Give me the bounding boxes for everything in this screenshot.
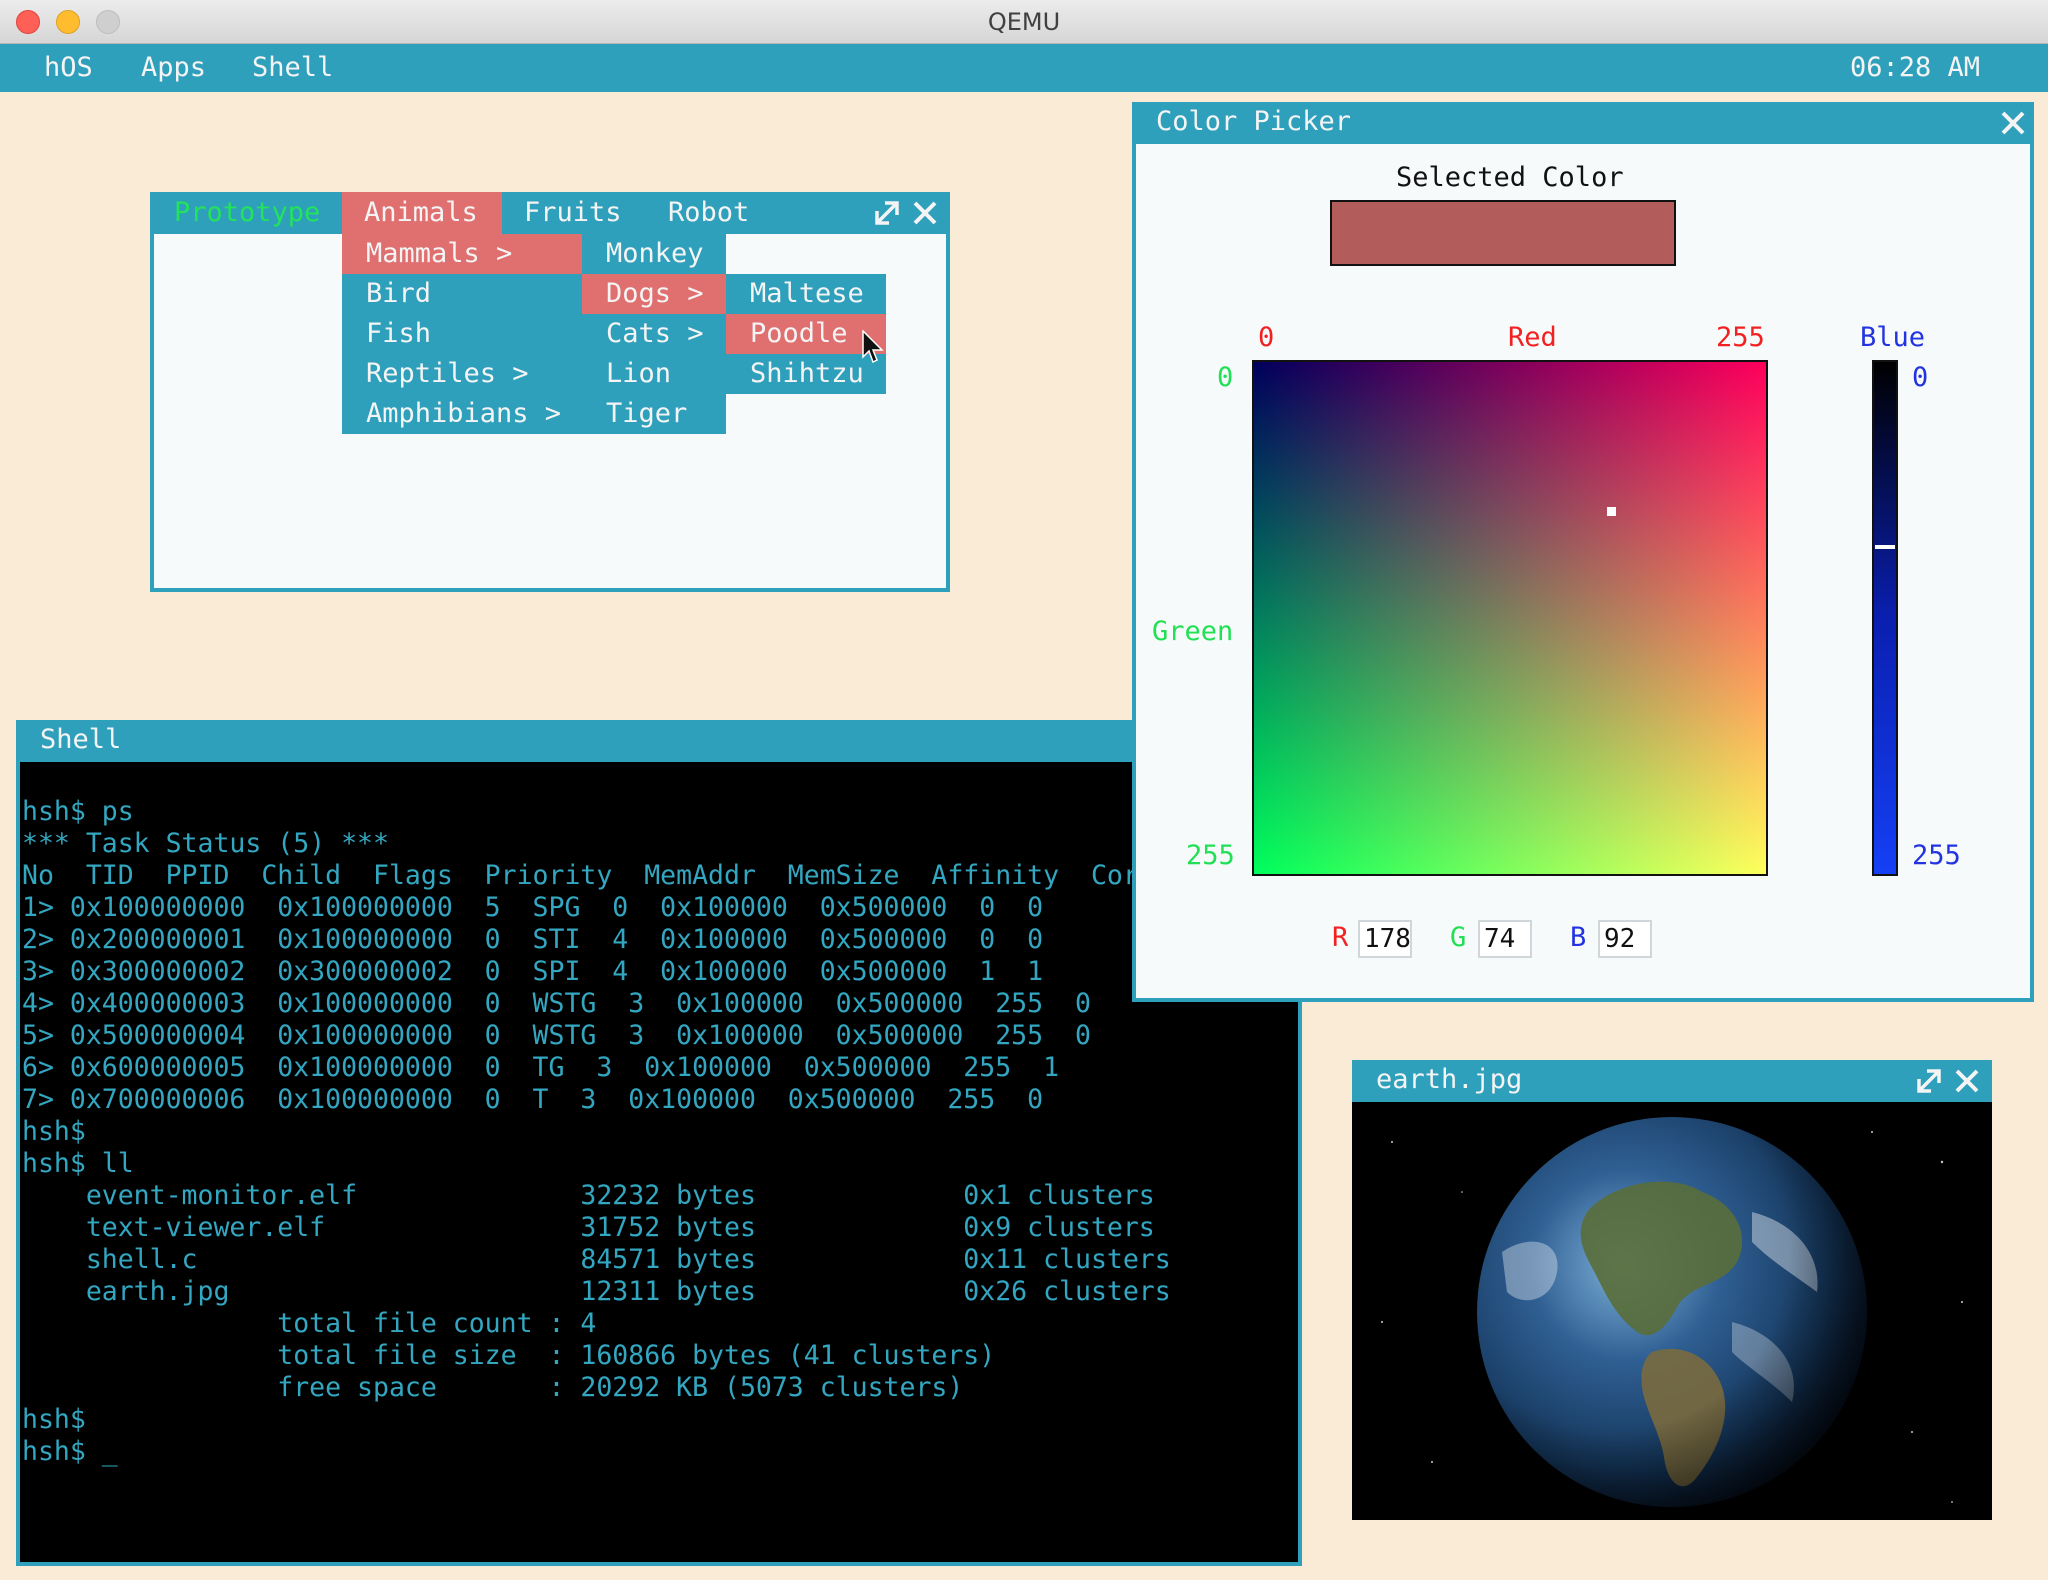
earth-image-window: earth.jpg xyxy=(1352,1060,1992,1520)
menu-item-tiger[interactable]: Tiger xyxy=(582,394,687,434)
terminal-line: *** Task Status (5) *** xyxy=(22,828,389,859)
green-axis-label: Green xyxy=(1152,616,1234,647)
terminal-line: earth.jpg 12311 bytes 0x26 clusters xyxy=(22,1276,1171,1307)
menu-item-shihtzu[interactable]: Shihtzu xyxy=(726,354,864,394)
minimize-window-button[interactable] xyxy=(56,10,80,34)
terminal-line: 6> 0x600000005 0x100000000 0 TG 3 0x1000… xyxy=(22,1052,1060,1083)
terminal-line: total file count : 4 xyxy=(22,1308,597,1339)
maximize-icon[interactable] xyxy=(870,196,904,230)
b-value-field[interactable]: 92 xyxy=(1598,920,1652,958)
gradient-canvas xyxy=(1254,362,1766,874)
terminal-line: 2> 0x200000001 0x100000000 0 STI 4 0x100… xyxy=(22,924,1044,955)
taskbar-shell-menu[interactable]: Shell xyxy=(252,44,333,92)
terminal-line: text-viewer.elf 31752 bytes 0x9 clusters xyxy=(22,1212,1155,1243)
zoom-window-button[interactable] xyxy=(96,10,120,34)
menu-item-amphibians[interactable]: Amphibians > xyxy=(342,394,561,434)
r-field-label: R xyxy=(1332,922,1349,953)
selected-color-label: Selected Color xyxy=(1396,162,1624,193)
taskbar-hos-menu[interactable]: hOS xyxy=(44,44,93,92)
mouse-cursor-icon xyxy=(862,330,884,364)
close-window-button[interactable] xyxy=(16,10,40,34)
terminal-line: No TID PPID Child Flags Priority MemAddr… xyxy=(22,860,1139,891)
red-min-label: 0 xyxy=(1258,322,1275,353)
g-field-label: G xyxy=(1450,922,1467,953)
terminal-line: free space : 20292 KB (5073 clusters) xyxy=(22,1372,964,1403)
terminal-line: hsh$ ps xyxy=(22,796,134,827)
red-max-label: 255 xyxy=(1716,322,1765,353)
terminal-line: hsh$ _ xyxy=(22,1436,118,1467)
blue-max-label: 255 xyxy=(1912,840,1961,871)
menu-item-fish[interactable]: Fish xyxy=(342,314,431,354)
menu-item-mammals[interactable]: Mammals > xyxy=(342,234,582,274)
terminal-line: event-monitor.elf 32232 bytes 0x1 cluste… xyxy=(22,1180,1155,1211)
shell-window-title: Shell xyxy=(40,724,122,755)
terminal-line: 4> 0x400000003 0x100000000 0 WSTG 3 0x10… xyxy=(22,988,1091,1019)
taskbar: hOS Apps Shell 06:28 AM xyxy=(0,44,2048,92)
host-titlebar: QEMU xyxy=(0,0,2048,44)
menu-item-monkey[interactable]: Monkey xyxy=(582,234,704,274)
g-value-field[interactable]: 74 xyxy=(1478,920,1532,958)
r-value-field[interactable]: 178 xyxy=(1358,920,1412,958)
menu-item-lion[interactable]: Lion xyxy=(582,354,671,394)
menu-item-cats[interactable]: Cats > xyxy=(582,314,704,354)
color-position-marker[interactable] xyxy=(1607,506,1617,516)
menu-item-bird[interactable]: Bird xyxy=(342,274,431,314)
shell-terminal[interactable]: hsh$ ps *** Task Status (5) *** No TID PPI… xyxy=(20,762,1298,1562)
color-picker-content: Selected Color 0 Red 255 0 Green 255 Blu… xyxy=(1136,144,2030,998)
terminal-line: 5> 0x500000004 0x100000000 0 WSTG 3 0x10… xyxy=(22,1020,1091,1051)
color-picker-window: Color Picker Selected Color 0 Red 255 0 … xyxy=(1132,102,2034,1002)
close-icon[interactable] xyxy=(908,196,942,230)
menu-item-dogs[interactable]: Dogs > xyxy=(582,274,726,314)
blue-min-label: 0 xyxy=(1912,362,1929,393)
terminal-line: 1> 0x100000000 0x100000000 5 SPG 0 0x100… xyxy=(22,892,1044,923)
green-min-label: 0 xyxy=(1217,362,1234,393)
terminal-line: hsh$ xyxy=(22,1116,86,1147)
terminal-line: hsh$ xyxy=(22,1404,86,1435)
menu-prototype[interactable]: Prototype xyxy=(174,192,320,234)
b-field-label: B xyxy=(1570,922,1587,953)
terminal-line: hsh$ ll xyxy=(22,1148,134,1179)
close-icon[interactable] xyxy=(1996,106,2030,140)
blue-slider-handle[interactable] xyxy=(1875,544,1895,549)
animals-dropdown: Mammals > Bird Fish Reptiles > Amphibian… xyxy=(342,234,582,434)
earth-window-title: earth.jpg xyxy=(1376,1064,1523,1095)
menu-item-maltese[interactable]: Maltese xyxy=(726,274,864,314)
taskbar-clock: 06:28 AM xyxy=(1850,52,1981,83)
blue-slider[interactable] xyxy=(1872,360,1898,876)
shell-window: Shell hsh$ ps *** Task Status (5) *** No T… xyxy=(16,720,1302,1566)
terminal-line: total file size : 160866 bytes (41 clust… xyxy=(22,1340,996,1371)
host-title: QEMU xyxy=(987,8,1061,36)
menu-animals[interactable]: Animals xyxy=(342,192,502,234)
maximize-icon[interactable] xyxy=(1912,1064,1946,1098)
close-icon[interactable] xyxy=(1950,1064,1984,1098)
taskbar-apps-menu[interactable]: Apps xyxy=(141,44,206,92)
terminal-line: 7> 0x700000006 0x100000000 0 T 3 0x10000… xyxy=(22,1084,1044,1115)
menu-fruits[interactable]: Fruits xyxy=(524,192,622,234)
menu-robot[interactable]: Robot xyxy=(668,192,749,234)
earth-image xyxy=(1352,1102,1992,1520)
blue-axis-label: Blue xyxy=(1860,322,1926,353)
mammals-dropdown: Monkey Dogs > Cats > Lion Tiger xyxy=(582,234,726,434)
menu-item-reptiles[interactable]: Reptiles > xyxy=(342,354,529,394)
color-picker-title: Color Picker xyxy=(1156,106,1352,137)
terminal-line: 3> 0x300000002 0x300000002 0 SPI 4 0x100… xyxy=(22,956,1044,987)
red-green-gradient-area[interactable] xyxy=(1252,360,1768,876)
green-max-label: 255 xyxy=(1186,840,1235,871)
terminal-line: shell.c 84571 bytes 0x11 clusters xyxy=(22,1244,1171,1275)
selected-color-swatch xyxy=(1330,200,1676,266)
red-axis-label: Red xyxy=(1508,322,1557,353)
